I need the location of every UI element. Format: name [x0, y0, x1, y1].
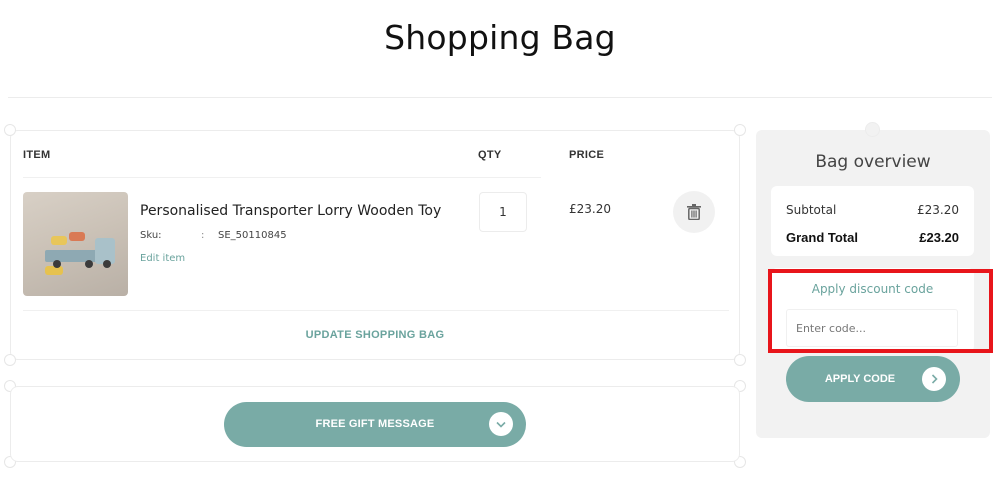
apply-discount-code-link[interactable]: Apply discount code: [771, 282, 974, 296]
chevron-down-icon: [489, 412, 513, 436]
quantity-input[interactable]: [479, 192, 527, 232]
product-name[interactable]: Personalised Transporter Lorry Wooden To…: [140, 203, 441, 219]
totals-card: [771, 186, 974, 256]
gift-button-label: FREE GIFT MESSAGE: [315, 418, 435, 430]
apply-code-label: APPLY CODE: [824, 373, 896, 385]
corner-decoration: [4, 354, 16, 366]
free-gift-message-button[interactable]: FREE GIFT MESSAGE: [224, 402, 526, 447]
discount-code-input[interactable]: [786, 309, 958, 347]
header-item: ITEM: [23, 149, 51, 161]
cart-panel: ITEM QTY PRICE Personalised Transporter …: [10, 130, 740, 360]
toy-wheel: [85, 260, 93, 268]
product-image[interactable]: [23, 192, 128, 296]
remove-item-button[interactable]: [673, 191, 715, 233]
cart-table-header: ITEM QTY PRICE: [11, 131, 739, 177]
toy-wheel: [103, 260, 111, 268]
bag-overview-title: Bag overview: [815, 152, 931, 172]
subtotal-label: Subtotal: [786, 203, 837, 217]
edit-item-link[interactable]: Edit item: [140, 253, 185, 264]
apply-code-button[interactable]: APPLY CODE: [786, 356, 960, 402]
update-shopping-bag-button[interactable]: UPDATE SHOPPING BAG: [11, 329, 739, 341]
subtotal-value: £23.20: [917, 203, 959, 217]
toy-car: [69, 232, 85, 241]
toy-wheel: [53, 260, 61, 268]
sku-value: SE_50110845: [218, 230, 287, 241]
grand-total-value: £23.20: [919, 230, 959, 245]
grand-total-label: Grand Total: [786, 230, 858, 245]
header-divider: [23, 177, 541, 178]
corner-decoration: [734, 354, 746, 366]
trash-icon: [687, 204, 701, 220]
corner-decoration: [734, 124, 746, 136]
row-divider: [23, 310, 729, 311]
sku-label: Sku:: [140, 230, 162, 241]
corner-decoration: [4, 124, 16, 136]
chevron-right-icon: [922, 367, 946, 391]
page-title: Shopping Bag: [384, 18, 616, 57]
item-price: £23.20: [569, 202, 611, 216]
title-divider: [8, 97, 992, 98]
overview-decoration: [865, 122, 880, 137]
header-price: PRICE: [569, 149, 605, 161]
sku-separator: :: [201, 230, 205, 241]
header-qty: QTY: [478, 149, 502, 161]
toy-car: [51, 236, 67, 245]
